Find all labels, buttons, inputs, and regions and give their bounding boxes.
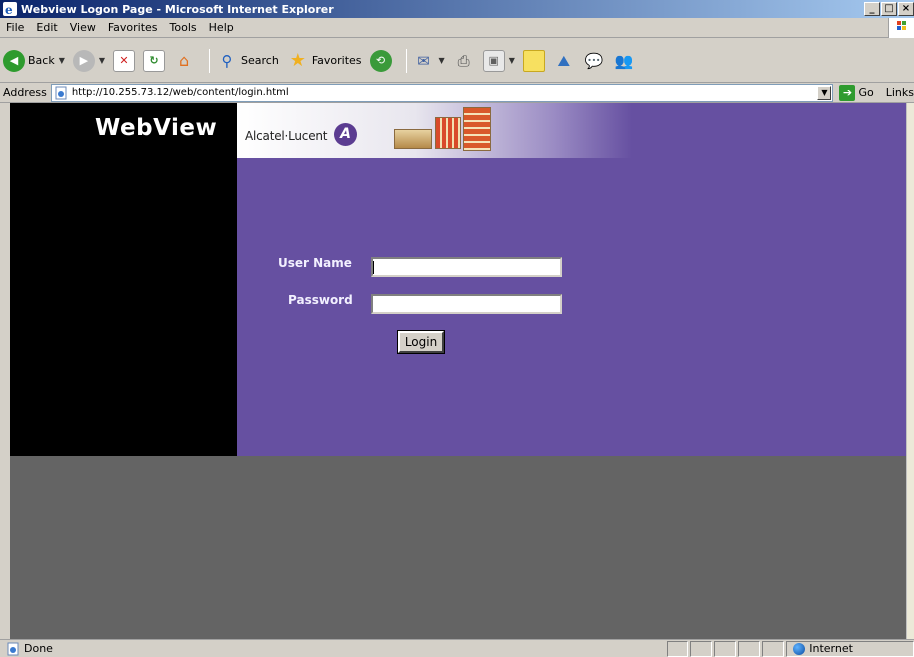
- forward-arrow-icon: ▶: [72, 49, 95, 72]
- left-panel: WebView: [10, 103, 237, 456]
- close-button[interactable]: ×: [898, 2, 914, 16]
- home-icon: ⌂: [178, 50, 190, 70]
- app-title: WebView: [95, 115, 218, 141]
- svg-text:e: e: [5, 3, 13, 16]
- ie-logo-icon: e: [3, 2, 17, 16]
- address-label: Address: [3, 86, 47, 99]
- menu-file[interactable]: File: [0, 21, 30, 34]
- mail-icon: ✉: [417, 51, 430, 70]
- history-icon: ⟲: [369, 49, 392, 72]
- security-zone[interactable]: Internet: [786, 640, 914, 657]
- mail-dropdown-icon[interactable]: ▼: [439, 56, 445, 65]
- refresh-button[interactable]: ↻: [143, 49, 166, 72]
- vertical-scrollbar[interactable]: [906, 103, 914, 639]
- back-dropdown-icon[interactable]: ▼: [59, 56, 65, 65]
- window-title: Webview Logon Page - Microsoft Internet …: [21, 2, 334, 16]
- address-dropdown-icon[interactable]: ▼: [817, 85, 832, 100]
- research-button[interactable]: ⛰: [553, 50, 575, 72]
- address-bar: Address http://10.255.73.12/web/content/…: [0, 83, 914, 103]
- menu-tools[interactable]: Tools: [164, 21, 203, 34]
- status-bar: Done Internet: [0, 639, 914, 657]
- globe-icon: [793, 642, 806, 655]
- search-button[interactable]: ⚲ Search: [216, 50, 279, 72]
- back-arrow-icon: ◀: [3, 49, 25, 72]
- menu-bar: File Edit View Favorites Tools Help: [0, 18, 914, 38]
- window-controls: _ □ ×: [864, 2, 914, 16]
- status-pane: [738, 640, 761, 657]
- toolbar: ◀ Back ▼ ▶ ▼ ✕ ↻ ⌂ ⚲ Search ★ Favorites …: [0, 39, 914, 83]
- zone-label: Internet: [809, 642, 853, 655]
- forward-dropdown-icon[interactable]: ▼: [99, 56, 105, 65]
- toolbar-separator: [209, 48, 211, 73]
- edit-button[interactable]: ▣ ▼: [482, 49, 515, 72]
- go-arrow-icon: ➔: [839, 84, 856, 101]
- links-button[interactable]: Links: [886, 86, 914, 99]
- history-button[interactable]: ⟲: [369, 49, 392, 72]
- page-viewport: WebView Alcatel·Lucent A User Name Passw…: [10, 103, 914, 639]
- login-button[interactable]: Login: [397, 330, 445, 354]
- alcatel-lucent-logo-icon: A: [334, 123, 357, 146]
- page-icon: [55, 86, 67, 99]
- research-icon: ⛰: [557, 51, 571, 70]
- login-panel: Alcatel·Lucent A User Name Password Logi…: [237, 103, 914, 456]
- username-label: User Name: [278, 256, 352, 270]
- notes-button[interactable]: [522, 49, 545, 72]
- brand-name: Alcatel·Lucent: [245, 129, 328, 143]
- status-pane: [666, 640, 689, 657]
- forward-button[interactable]: ▶ ▼: [72, 49, 105, 72]
- brand-banner: Alcatel·Lucent A: [237, 103, 632, 158]
- refresh-icon: ↻: [143, 49, 166, 72]
- mail-button[interactable]: ✉ ▼: [413, 50, 445, 72]
- edit-page-icon: ▣: [482, 49, 505, 72]
- minimize-button[interactable]: _: [864, 2, 880, 16]
- go-button[interactable]: ➔ Go: [839, 84, 874, 101]
- address-url: http://10.255.73.12/web/content/login.ht…: [71, 87, 289, 98]
- favorites-label: Favorites: [311, 54, 362, 67]
- equipment-illustration: [463, 107, 491, 151]
- status-pane: [762, 640, 785, 657]
- equipment-illustration: [394, 129, 432, 149]
- search-icon: ⚲: [221, 51, 233, 70]
- password-input[interactable]: [371, 294, 562, 314]
- status-text: Done: [24, 642, 53, 655]
- maximize-button[interactable]: □: [881, 2, 897, 16]
- text-cursor: [373, 261, 374, 274]
- page-done-icon: [7, 642, 19, 655]
- back-label: Back: [28, 54, 55, 67]
- toolbar-separator: [405, 48, 407, 73]
- windows-flag-graphic: [897, 21, 906, 30]
- search-label: Search: [241, 54, 279, 67]
- menu-view[interactable]: View: [64, 21, 102, 34]
- password-label: Password: [288, 293, 353, 307]
- window-title-bar[interactable]: e Webview Logon Page - Microsoft Interne…: [0, 0, 914, 18]
- back-button[interactable]: ◀ Back ▼: [3, 49, 65, 72]
- sticky-note-icon: [522, 49, 545, 72]
- chat-bubble-icon: 💬: [584, 51, 604, 70]
- print-button[interactable]: ⎙: [453, 50, 475, 72]
- go-label: Go: [858, 86, 874, 99]
- stop-icon: ✕: [113, 49, 136, 72]
- menu-favorites[interactable]: Favorites: [102, 21, 164, 34]
- favorites-star-icon: ★: [289, 49, 306, 71]
- status-pane: [714, 640, 737, 657]
- status-pane: [690, 640, 713, 657]
- edit-dropdown-icon[interactable]: ▼: [509, 56, 515, 65]
- menu-edit[interactable]: Edit: [30, 21, 63, 34]
- menu-help[interactable]: Help: [203, 21, 240, 34]
- messenger-chat-button[interactable]: 💬: [583, 50, 605, 72]
- messenger-button[interactable]: 👥: [613, 50, 635, 72]
- windows-flag-icon: [888, 18, 914, 38]
- home-button[interactable]: ⌂: [173, 50, 195, 72]
- messenger-people-icon: 👥: [614, 51, 634, 70]
- address-input[interactable]: http://10.255.73.12/web/content/login.ht…: [50, 83, 834, 102]
- equipment-illustration: [435, 117, 461, 149]
- printer-icon: ⎙: [457, 51, 470, 70]
- favorites-button[interactable]: ★ Favorites: [287, 50, 362, 72]
- username-input[interactable]: [371, 257, 562, 277]
- stop-button[interactable]: ✕: [113, 49, 136, 72]
- status-message: Done: [0, 642, 667, 656]
